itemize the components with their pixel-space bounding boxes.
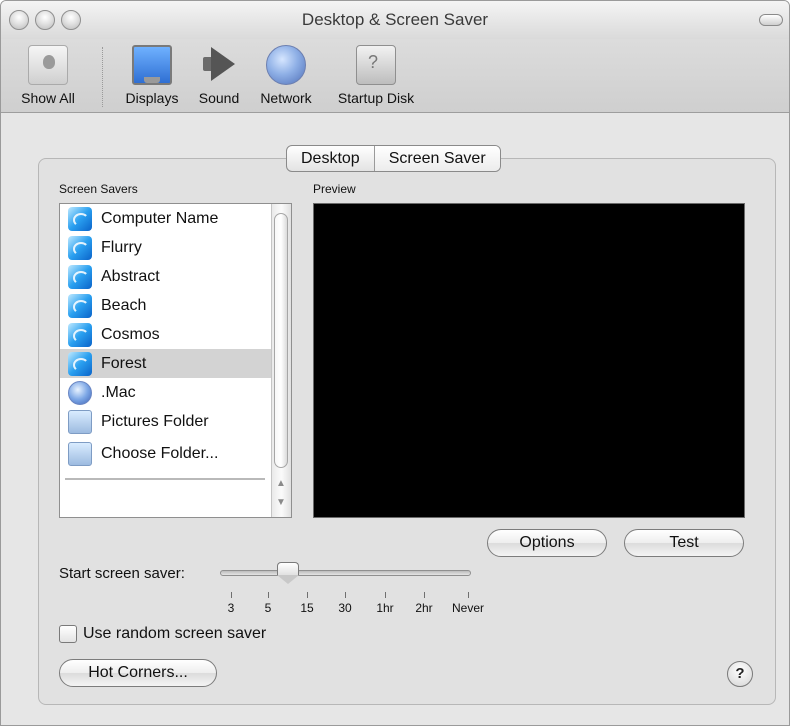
tab-desktop[interactable]: Desktop	[287, 146, 374, 171]
list-item-label: Cosmos	[101, 325, 160, 343]
help-button[interactable]: ?	[727, 661, 753, 687]
list-item-dotmac[interactable]: .Mac	[60, 378, 272, 407]
screensaver-icon	[68, 293, 92, 318]
network-button[interactable]: Network	[251, 45, 321, 106]
globe-icon	[266, 45, 306, 85]
show-all-button[interactable]: Show All	[8, 45, 88, 106]
list-item-choose-folder[interactable]: Choose Folder...	[60, 439, 272, 468]
test-button[interactable]: Test	[624, 529, 744, 557]
display-icon	[132, 45, 172, 85]
folder-icon	[68, 441, 92, 466]
tick-label-30: 30	[338, 601, 352, 615]
screen-savers-label: Screen Savers	[59, 182, 138, 196]
screensaver-icon	[68, 264, 92, 289]
slider-tick	[468, 592, 469, 598]
list-item-label: Pictures Folder	[101, 412, 209, 430]
list-item-beach[interactable]: Beach	[60, 291, 272, 320]
list-item-label: Beach	[101, 296, 147, 314]
slider-tick	[307, 592, 308, 598]
list-item-label: Forest	[101, 354, 147, 372]
apple-icon	[28, 45, 68, 85]
scroll-down-arrow-icon[interactable]: ▼	[275, 497, 287, 509]
displays-label: Displays	[125, 90, 179, 106]
show-all-label: Show All	[21, 90, 75, 106]
tick-label-15: 15	[300, 601, 314, 615]
title-bar[interactable]: Desktop & Screen Saver	[1, 1, 789, 39]
tick-label-3: 3	[227, 601, 235, 615]
slider-tick	[231, 592, 232, 598]
list-divider	[65, 478, 265, 480]
screensaver-icon	[68, 322, 92, 347]
list-item-label: Choose Folder...	[101, 444, 219, 462]
list-item-computer-name[interactable]: Computer Name	[60, 204, 272, 233]
start-screen-saver-slider[interactable]	[220, 570, 471, 576]
sound-label: Sound	[198, 90, 240, 106]
random-screen-saver-checkbox[interactable]	[59, 625, 77, 643]
toolbar-separator	[102, 47, 103, 107]
folder-icon	[68, 409, 92, 434]
slider-tick	[385, 592, 386, 598]
toolbar-toggle-button[interactable]	[759, 14, 783, 26]
tab-screen-saver[interactable]: Screen Saver	[373, 146, 500, 171]
screen-saver-list[interactable]: Computer Name Flurry Abstract Beach Cosm…	[59, 203, 292, 518]
list-item-label: Flurry	[101, 238, 142, 256]
slider-tick	[424, 592, 425, 598]
network-label: Network	[260, 90, 312, 106]
random-screen-saver-label[interactable]: Use random screen saver	[83, 625, 266, 643]
list-item-flurry[interactable]: Flurry	[60, 233, 272, 262]
tick-label-5: 5	[264, 601, 272, 615]
screensaver-icon	[68, 235, 92, 260]
options-button[interactable]: Options	[487, 529, 607, 557]
list-item-pictures-folder[interactable]: Pictures Folder	[60, 407, 272, 436]
dotmac-icon	[68, 380, 92, 405]
scroll-up-arrow-icon[interactable]: ▲	[275, 478, 287, 490]
list-item-label: Computer Name	[101, 209, 219, 227]
hot-corners-button[interactable]: Hot Corners...	[59, 659, 217, 687]
list-item-label: Abstract	[101, 267, 160, 285]
random-screen-saver-row[interactable]: Use random screen saver	[59, 625, 266, 643]
slider-tick	[345, 592, 346, 598]
displays-button[interactable]: Displays	[116, 45, 188, 106]
window-title: Desktop & Screen Saver	[301, 10, 489, 29]
list-item-abstract[interactable]: Abstract	[60, 262, 272, 291]
tick-label-2hr: 2hr	[415, 601, 433, 615]
slider-tick	[268, 592, 269, 598]
startup-disk-label: Startup Disk	[337, 90, 415, 106]
tick-label-1hr: 1hr	[376, 601, 394, 615]
screensaver-icon	[68, 206, 92, 231]
speaker-icon	[199, 45, 239, 85]
preview-area	[313, 203, 745, 518]
list-item-label: .Mac	[101, 383, 136, 401]
preferences-window: Desktop & Screen Saver Show All Displays…	[0, 0, 790, 726]
toolbar: Show All Displays Sound Network Startup …	[1, 39, 789, 113]
sound-button[interactable]: Sound	[191, 45, 247, 106]
tick-label-never: Never	[451, 601, 485, 615]
list-item-forest[interactable]: Forest	[60, 349, 272, 378]
screensaver-icon	[68, 351, 92, 376]
list-item-cosmos[interactable]: Cosmos	[60, 320, 272, 349]
start-screen-saver-label: Start screen saver:	[59, 565, 185, 582]
startup-disk-button[interactable]: Startup Disk	[326, 45, 426, 106]
disk-icon	[356, 45, 396, 85]
preview-label: Preview	[313, 182, 356, 196]
scroll-thumb[interactable]	[274, 213, 288, 468]
tab-control: Desktop Screen Saver	[286, 145, 501, 172]
